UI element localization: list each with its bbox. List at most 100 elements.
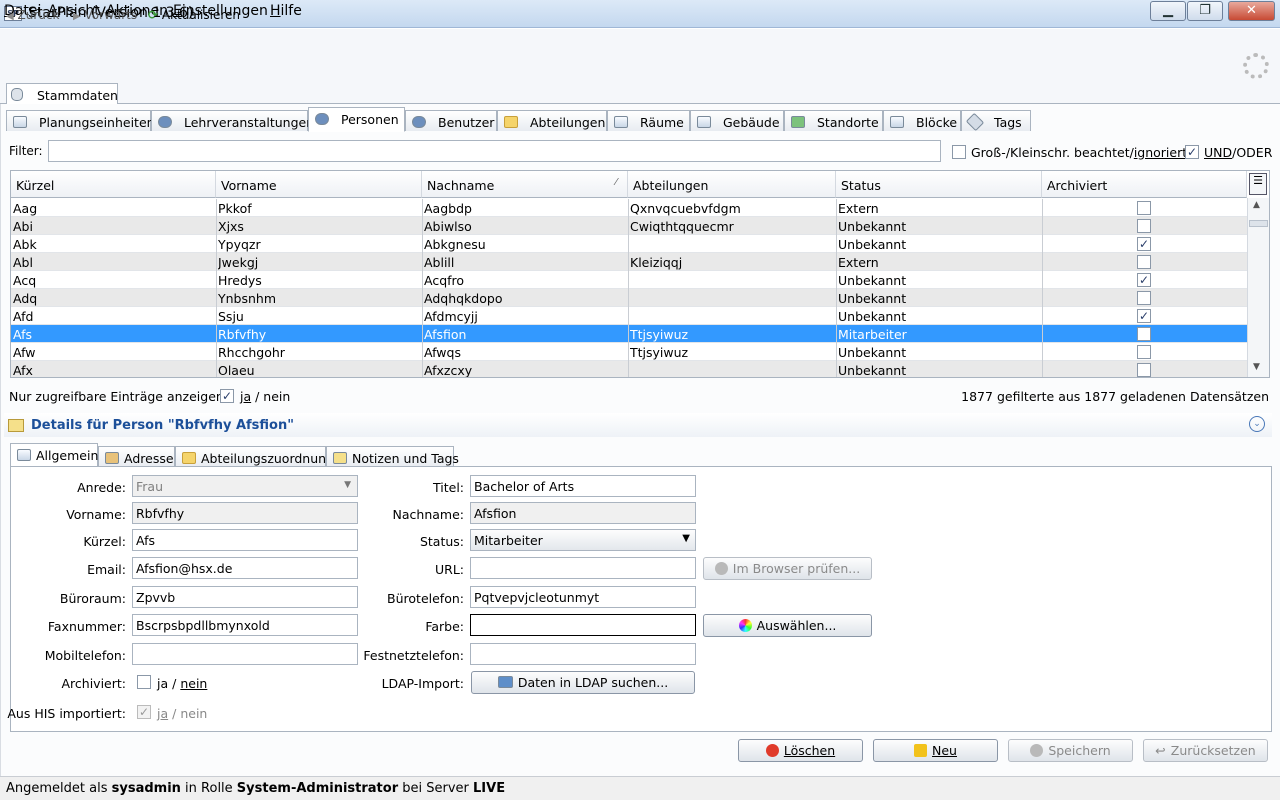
column-divider bbox=[1042, 307, 1043, 325]
archiviert-checkbox[interactable] bbox=[1137, 327, 1151, 341]
ldap-search-button[interactable]: Daten in LDAP suchen... bbox=[471, 671, 695, 694]
tab-planungseinheiten[interactable]: Planungseinheiten bbox=[6, 110, 155, 131]
url-field[interactable] bbox=[470, 557, 696, 579]
button-label: Daten in LDAP suchen... bbox=[517, 675, 669, 690]
tab-label: Abteilungszuordnung bbox=[201, 451, 335, 466]
back-button[interactable]: ◀ Zurück bbox=[6, 8, 59, 22]
tab-allgemein[interactable]: Allgemein bbox=[10, 443, 98, 467]
archiviert-checkbox[interactable] bbox=[1137, 219, 1151, 233]
cell-vorname: Rhcchgohr bbox=[218, 345, 285, 360]
table-row[interactable]: Acq Hredys Acqfro Unbekannt ✓ bbox=[11, 271, 1247, 289]
column-header-abteilungen[interactable]: Abteilungen bbox=[628, 171, 836, 198]
tab-standorte[interactable]: Standorte bbox=[784, 110, 883, 131]
tab-tags[interactable]: Tags bbox=[961, 110, 1031, 132]
archiviert-checkbox[interactable] bbox=[1137, 255, 1151, 269]
column-divider bbox=[628, 235, 629, 253]
buerotelefon-field[interactable]: Pqtvepvjcleotunmyt bbox=[470, 586, 696, 608]
nachname-field[interactable]: Afsfion bbox=[470, 502, 696, 524]
archiviert-checkbox[interactable] bbox=[1137, 201, 1151, 215]
tab-raeume[interactable]: Räume bbox=[607, 110, 690, 131]
kuerzel-field[interactable]: Afs bbox=[132, 529, 358, 551]
mobiltelefon-field[interactable] bbox=[132, 643, 358, 665]
table-row[interactable]: Abl Jwekgj Ablill Kleiziqqj Extern bbox=[11, 253, 1247, 271]
table-row[interactable]: Adq Ynbsnhm Adqhqkdopo Unbekannt bbox=[11, 289, 1247, 307]
tab-abteilungszuordnung[interactable]: Abteilungszuordnung bbox=[175, 446, 334, 467]
scrollbar-thumb[interactable] bbox=[1249, 220, 1268, 227]
column-header-status[interactable]: Status bbox=[836, 171, 1042, 198]
und-oder-label[interactable]: UND/ODER bbox=[1204, 145, 1272, 160]
table-row[interactable]: Afd Ssju Afdmcyjj Unbekannt ✓ bbox=[11, 307, 1247, 325]
tab-adresse[interactable]: Adresse bbox=[98, 446, 175, 467]
table-scrollbar[interactable]: ▲ ▼ bbox=[1247, 198, 1269, 377]
archiviert-checkbox[interactable] bbox=[137, 675, 151, 689]
column-chooser-button[interactable]: ☰ bbox=[1249, 173, 1267, 195]
tab-stammdaten[interactable]: Stammdaten bbox=[6, 83, 118, 105]
tab-personen[interactable]: Personen bbox=[308, 107, 405, 132]
close-window-button[interactable]: ✕ bbox=[1228, 1, 1275, 21]
choose-color-button[interactable]: Auswählen... bbox=[703, 614, 872, 637]
browser-check-button[interactable]: Im Browser prüfen... bbox=[703, 557, 872, 580]
status-select[interactable]: Mitarbeiter ▼ bbox=[470, 529, 696, 551]
tab-gebaeude[interactable]: Gebäude bbox=[690, 110, 784, 131]
case-sensitive-label[interactable]: Groß-/Kleinschr. beachtet/ignoriert bbox=[971, 145, 1187, 160]
table-row[interactable]: Aag Pkkof Aagbdp Qxnvqcuebvfdgm Extern bbox=[11, 199, 1247, 217]
table-row[interactable]: Abi Xjxs Abiwlso Cwiqthtqquecmr Unbekannt bbox=[11, 217, 1247, 235]
cell-kuerzel: Aag bbox=[13, 201, 38, 216]
new-button[interactable]: Neu bbox=[873, 739, 998, 762]
column-header-kuerzel[interactable]: Kürzel bbox=[11, 171, 216, 198]
reset-button[interactable]: ↩ Zurücksetzen bbox=[1143, 739, 1268, 762]
anrede-value: Frau bbox=[136, 479, 164, 494]
maximize-button[interactable]: ❐ bbox=[1187, 1, 1223, 21]
filter-input[interactable] bbox=[48, 140, 941, 162]
column-header-nachname[interactable]: Nachname ⁄ bbox=[422, 171, 628, 198]
scroll-down-icon[interactable]: ▼ bbox=[1253, 362, 1260, 372]
edit-note-icon bbox=[8, 419, 24, 432]
und-oder-checkbox[interactable]: ✓ bbox=[1185, 145, 1199, 159]
case-sensitive-checkbox[interactable] bbox=[952, 145, 966, 159]
refresh-button[interactable]: ⟳ Aktualisieren bbox=[148, 8, 240, 22]
menu-hilfe[interactable]: Hilfe bbox=[270, 3, 302, 19]
archiviert-checkbox[interactable] bbox=[1137, 363, 1151, 377]
festnetz-field[interactable] bbox=[470, 643, 696, 665]
column-header-vorname[interactable]: Vorname bbox=[216, 171, 422, 198]
delete-button[interactable]: Löschen bbox=[738, 739, 863, 762]
forward-label: Vorwärts bbox=[84, 8, 138, 22]
archiviert-checkbox[interactable]: ✓ bbox=[1137, 309, 1151, 323]
accessible-only-checkbox[interactable]: ✓ bbox=[220, 389, 234, 403]
farbe-field[interactable] bbox=[470, 614, 696, 636]
case-label-link: ignoriert bbox=[1133, 145, 1188, 160]
column-divider bbox=[1042, 361, 1043, 377]
archiviert-checkbox[interactable] bbox=[1137, 345, 1151, 359]
tab-notizen-tags[interactable]: Notizen und Tags bbox=[326, 446, 459, 467]
minimize-button[interactable]: ▁ bbox=[1150, 1, 1186, 21]
archiviert-checkbox[interactable]: ✓ bbox=[1137, 273, 1151, 287]
accessible-only-toggle[interactable]: ja / nein bbox=[240, 389, 290, 404]
titel-field[interactable]: Bachelor of Arts bbox=[470, 475, 696, 497]
collapse-icon[interactable]: ⌄ bbox=[1249, 416, 1265, 432]
status-bar: Angemeldet als sysadmin in Rolle System-… bbox=[0, 776, 1280, 800]
tab-bloecke[interactable]: Blöcke bbox=[883, 110, 961, 131]
faxnummer-field[interactable]: Bscrpsbpdllbmynxold bbox=[132, 614, 358, 636]
save-button[interactable]: Speichern bbox=[1008, 739, 1133, 762]
anrede-select[interactable]: Frau ▼ bbox=[132, 475, 358, 497]
column-divider bbox=[628, 343, 629, 361]
table-row[interactable]: Abk Ypyqzr Abkgnesu Unbekannt ✓ bbox=[11, 235, 1247, 253]
scroll-up-icon[interactable]: ▲ bbox=[1253, 200, 1260, 210]
tab-abteilungen[interactable]: Abteilungen bbox=[497, 110, 607, 131]
cell-vorname: Pkkof bbox=[218, 201, 252, 216]
table-row[interactable]: Afw Rhcchgohr Afwqs Ttjsyiwuz Unbekannt bbox=[11, 343, 1247, 361]
vorname-field[interactable]: Rbfvfhy bbox=[132, 502, 358, 524]
delete-icon bbox=[765, 744, 779, 757]
table-row[interactable]: Afx Olaeu Afxzcxy Unbekannt bbox=[11, 361, 1247, 377]
archiviert-checkbox[interactable] bbox=[1137, 291, 1151, 305]
archiviert-toggle[interactable]: ja / nein bbox=[157, 676, 207, 691]
email-field[interactable]: Afsfion@hsx.de bbox=[132, 557, 358, 579]
tab-lehrveranstaltungen[interactable]: Lehrveranstaltungen bbox=[151, 110, 314, 131]
column-header-archiviert[interactable]: Archiviert bbox=[1042, 171, 1247, 198]
table-row[interactable]: Afs Rbfvfhy Afsfion Ttjsyiwuz Mitarbeiter bbox=[11, 325, 1247, 343]
cell-vorname: Hredys bbox=[218, 273, 262, 288]
tab-benutzer[interactable]: Benutzer bbox=[405, 110, 497, 131]
forward-button[interactable]: ▶ Vorwärts bbox=[73, 8, 137, 22]
bueroraum-field[interactable]: Zpvvb bbox=[132, 586, 358, 608]
archiviert-checkbox[interactable]: ✓ bbox=[1137, 237, 1151, 251]
